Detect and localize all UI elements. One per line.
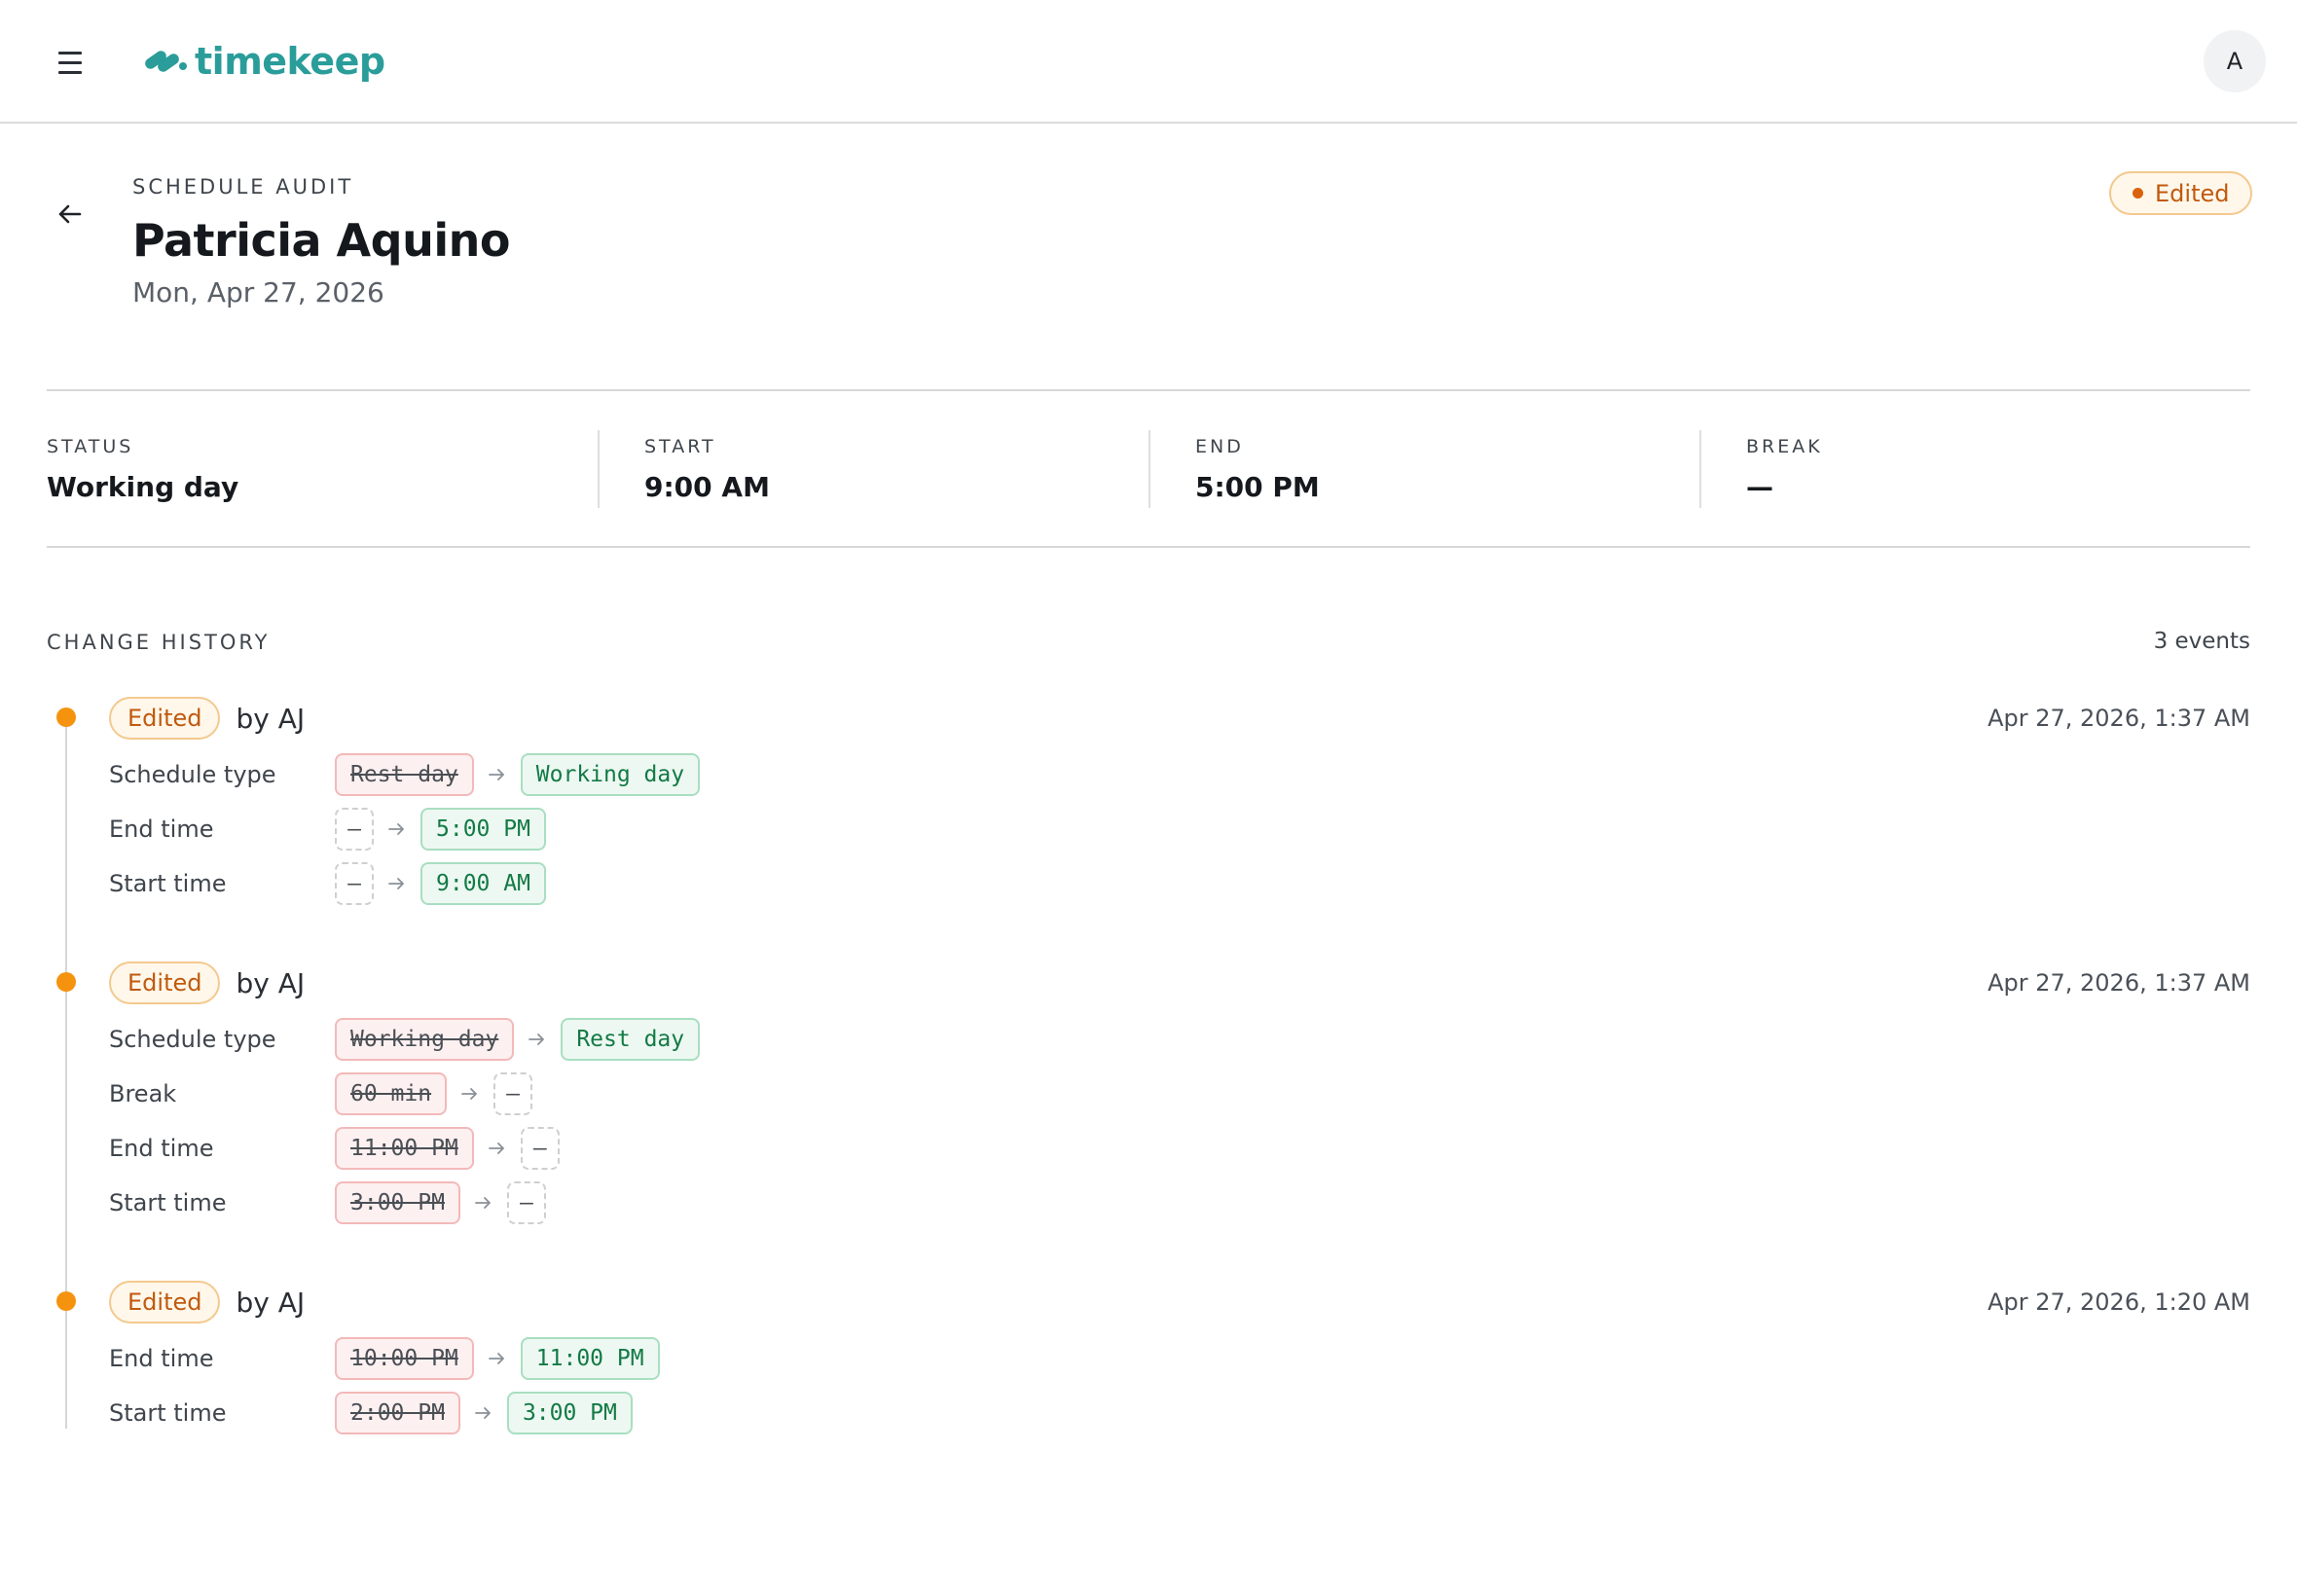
change-row: Break 60 min — (109, 1072, 533, 1115)
change-row: End time — 5:00 PM (109, 808, 546, 851)
event-author: by AJ (236, 702, 306, 735)
change-row: Start time — 9:00 AM (109, 862, 546, 905)
hamburger-menu-icon[interactable] (51, 43, 90, 82)
change-row: End time 10:00 PM 11:00 PM (109, 1337, 660, 1380)
change-field-label: Start time (109, 870, 227, 897)
arrow-right-icon (460, 1405, 507, 1421)
page-date: Mon, Apr 27, 2026 (132, 276, 384, 308)
status-badge: Edited (2109, 171, 2253, 215)
old-value-empty: — (335, 808, 374, 851)
summary-label: BREAK (1746, 436, 1823, 457)
change-row: Schedule type Rest day Working day (109, 753, 701, 796)
arrow-right-icon (474, 1351, 521, 1366)
summary-label: STATUS (47, 436, 134, 457)
change-row: Start time 2:00 PM 3:00 PM (109, 1392, 633, 1434)
change-row: End time 11:00 PM — (109, 1127, 560, 1170)
event-badge: Edited (109, 961, 221, 1004)
arrow-right-icon (460, 1195, 507, 1211)
summary-end: END 5:00 PM (1148, 391, 1699, 546)
event-author: by AJ (236, 1286, 306, 1319)
event-badge: Edited (109, 1281, 221, 1324)
user-avatar[interactable]: A (2204, 30, 2266, 92)
event-author: by AJ (236, 966, 306, 999)
new-value: Rest day (561, 1018, 701, 1061)
status-dot-icon (2133, 188, 2143, 199)
status-badge-label: Edited (2155, 179, 2230, 207)
change-field-label: Start time (109, 1399, 227, 1427)
arrow-left-icon (58, 204, 82, 224)
summary-value: — (1746, 471, 1773, 503)
arrow-right-icon (514, 1032, 561, 1047)
arrow-right-icon (374, 876, 420, 891)
timeline-dot-icon (56, 707, 76, 727)
new-value-empty: — (520, 1127, 560, 1170)
old-value-empty: — (335, 862, 374, 905)
summary-value: Working day (47, 471, 239, 503)
top-bar: timekeep A (0, 0, 2297, 124)
timekeep-logo-icon (145, 51, 187, 72)
change-field-label: Break (109, 1080, 177, 1107)
history-title: CHANGE HISTORY (47, 631, 271, 654)
page-eyebrow: SCHEDULE AUDIT (132, 175, 354, 199)
old-value: 3:00 PM (335, 1181, 460, 1224)
event-badge: Edited (109, 697, 221, 740)
change-field-label: Schedule type (109, 1026, 276, 1053)
old-value: Working day (335, 1018, 515, 1061)
change-row: Start time 3:00 PM — (109, 1181, 546, 1224)
change-field-label: End time (109, 1345, 214, 1372)
new-value: 9:00 AM (420, 862, 546, 905)
old-value: 11:00 PM (335, 1127, 474, 1170)
app-name: timekeep (195, 40, 385, 83)
schedule-summary: STATUS Working day START 9:00 AM END 5:0… (47, 389, 2250, 548)
change-field-label: End time (109, 1135, 214, 1162)
summary-label: START (644, 436, 716, 457)
summary-label: END (1195, 436, 1244, 457)
summary-start: START 9:00 AM (598, 391, 1148, 546)
timeline-dot-icon (56, 1291, 76, 1311)
change-field-label: Start time (109, 1189, 227, 1216)
app-logo[interactable]: timekeep (140, 35, 385, 88)
new-value-empty: — (493, 1072, 533, 1115)
old-value: Rest day (335, 753, 474, 796)
new-value: 11:00 PM (520, 1337, 660, 1380)
new-value-empty: — (506, 1181, 546, 1224)
summary-value: 5:00 PM (1195, 471, 1320, 503)
page-title: Patricia Aquino (132, 214, 510, 267)
arrow-right-icon (374, 821, 420, 837)
new-value: 5:00 PM (420, 808, 546, 851)
timeline-line (65, 718, 67, 1429)
change-row: Schedule type Working day Rest day (109, 1018, 701, 1061)
event-timestamp: Apr 27, 2026, 1:20 AM (1987, 1288, 2250, 1316)
change-field-label: End time (109, 816, 214, 843)
summary-status: STATUS Working day (47, 391, 598, 546)
summary-break: BREAK — (1699, 391, 2250, 546)
event-timestamp: Apr 27, 2026, 1:37 AM (1987, 705, 2250, 732)
arrow-right-icon (474, 1141, 521, 1156)
old-value: 10:00 PM (335, 1337, 474, 1380)
timeline-dot-icon (56, 972, 76, 992)
new-value: Working day (520, 753, 701, 796)
history-count: 3 events (2153, 629, 2250, 654)
event-timestamp: Apr 27, 2026, 1:37 AM (1987, 969, 2250, 997)
summary-value: 9:00 AM (644, 471, 770, 503)
old-value: 60 min (335, 1072, 448, 1115)
arrow-right-icon (474, 767, 521, 782)
arrow-right-icon (447, 1086, 493, 1102)
new-value: 3:00 PM (506, 1392, 633, 1434)
change-field-label: Schedule type (109, 761, 276, 788)
back-button[interactable] (51, 195, 90, 234)
old-value: 2:00 PM (335, 1392, 460, 1434)
